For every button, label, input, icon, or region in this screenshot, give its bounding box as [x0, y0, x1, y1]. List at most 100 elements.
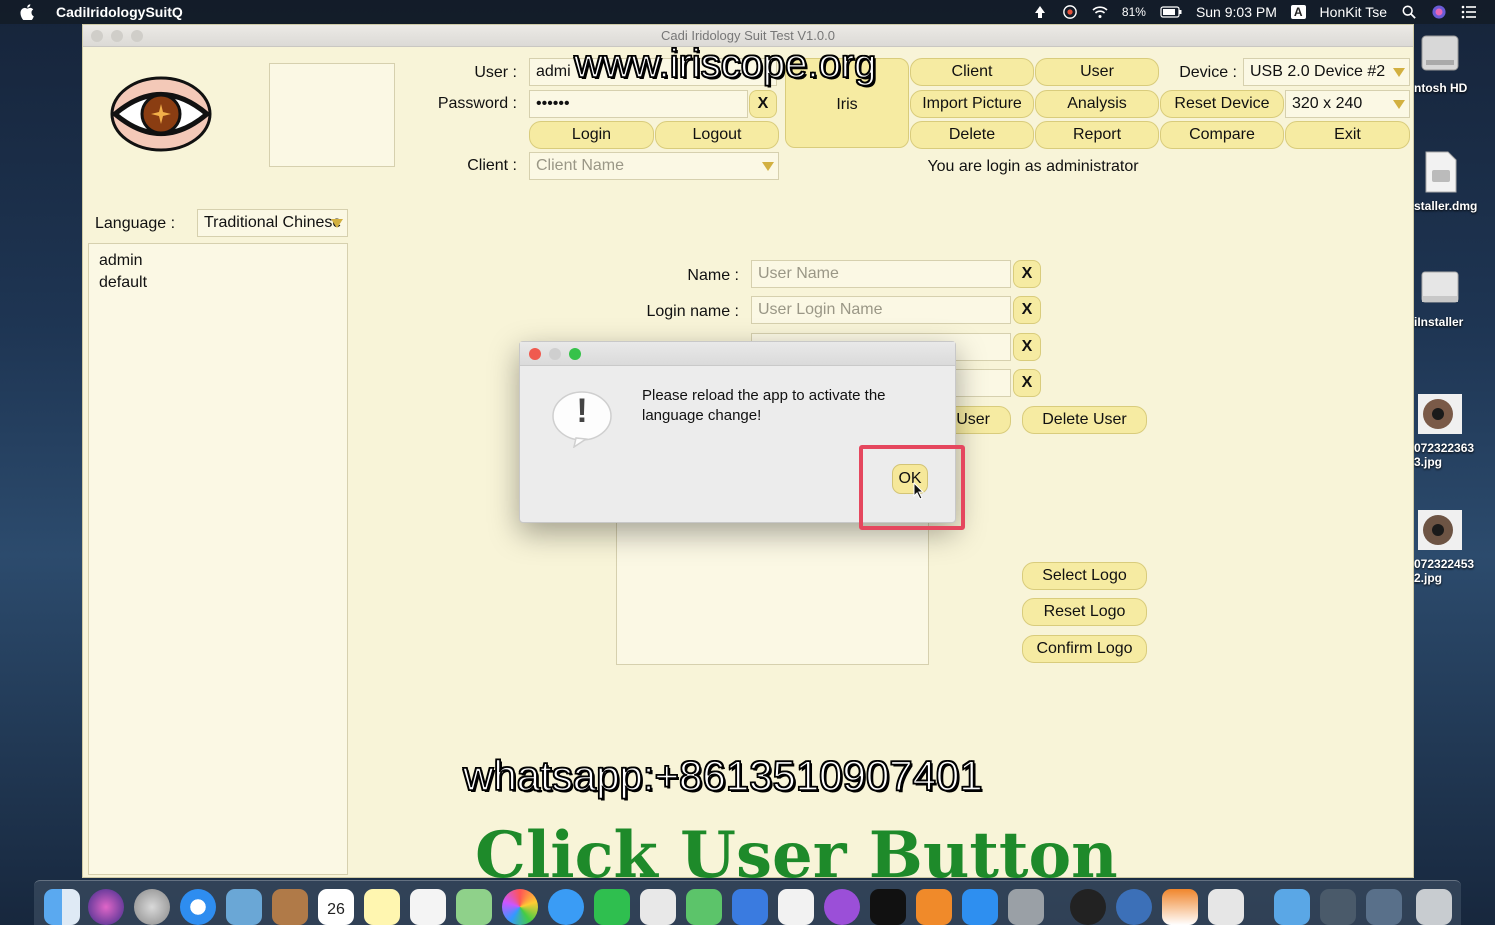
- maps-icon[interactable]: [456, 889, 492, 925]
- resolution-dropdown[interactable]: 320 x 240: [1285, 90, 1410, 118]
- desktop-icon-image-1[interactable]: 072322363 3.jpg: [1414, 390, 1495, 469]
- app-menu-name[interactable]: CadiIridologySuitQ: [56, 4, 183, 20]
- menubar-user[interactable]: HonKit Tse: [1320, 4, 1387, 20]
- downloads-folder-icon[interactable]: [1274, 889, 1310, 925]
- zoom-window-button[interactable]: [131, 30, 143, 42]
- reset-device-button[interactable]: Reset Device: [1160, 90, 1284, 118]
- logout-button[interactable]: Logout: [655, 121, 779, 149]
- battery-icon[interactable]: [1160, 5, 1182, 19]
- books-icon[interactable]: [916, 889, 952, 925]
- apple-icon[interactable]: [20, 4, 34, 20]
- user-login-name-input[interactable]: User Login Name: [751, 296, 1011, 324]
- notes-icon[interactable]: [364, 889, 400, 925]
- document-icon[interactable]: [1208, 889, 1244, 925]
- client-dropdown-value: Client Name: [536, 157, 625, 174]
- numbers-icon[interactable]: [686, 889, 722, 925]
- vlc-icon[interactable]: [1162, 889, 1198, 925]
- app-icon[interactable]: [1116, 889, 1152, 925]
- clear-login-name-button[interactable]: X: [1013, 296, 1041, 324]
- login-name-label: Login name :: [646, 303, 739, 320]
- desktop-icon-installer-dmg[interactable]: staller.dmg: [1414, 148, 1495, 213]
- launchpad-icon[interactable]: [134, 889, 170, 925]
- delete-button[interactable]: Delete: [910, 121, 1034, 149]
- chevron-down-icon: [1393, 68, 1405, 77]
- contacts-icon[interactable]: [272, 889, 308, 925]
- client-button[interactable]: Client: [910, 58, 1034, 86]
- language-dropdown-value: Traditional Chinese: [204, 214, 342, 231]
- screenshot-stack-icon[interactable]: [1366, 889, 1402, 925]
- dialog-zoom-button[interactable]: [569, 348, 581, 360]
- user-label: User :: [474, 64, 517, 81]
- reminders-icon[interactable]: [410, 889, 446, 925]
- device-dropdown[interactable]: USB 2.0 Device #2: [1243, 58, 1410, 86]
- battery-percent: 81%: [1121, 5, 1146, 19]
- confirm-logo-button[interactable]: Confirm Logo: [1022, 635, 1147, 663]
- messages-icon[interactable]: [548, 889, 584, 925]
- client-label: Client :: [467, 157, 517, 174]
- minimize-window-button[interactable]: [111, 30, 123, 42]
- app-store-icon[interactable]: [962, 889, 998, 925]
- chevron-down-icon: [1393, 100, 1405, 109]
- clear-password-button[interactable]: X: [749, 90, 777, 118]
- user-button[interactable]: User: [1035, 58, 1159, 86]
- dialog-message: Please reload the app to activate the la…: [642, 387, 886, 424]
- external-drive-icon: [1421, 271, 1459, 303]
- dialog-close-button[interactable]: [529, 348, 541, 360]
- keynote-icon[interactable]: [732, 889, 768, 925]
- select-logo-button[interactable]: Select Logo: [1022, 562, 1147, 590]
- close-window-button[interactable]: [91, 30, 103, 42]
- calendar-icon[interactable]: 26: [318, 889, 354, 925]
- preview-icon[interactable]: [640, 889, 676, 925]
- login-status-text: You are login as administrator: [927, 158, 1139, 175]
- clear-name-button[interactable]: X: [1013, 260, 1041, 288]
- photos-icon[interactable]: [502, 889, 538, 925]
- analysis-button[interactable]: Analysis: [1035, 90, 1159, 118]
- siri-dock-icon[interactable]: [88, 889, 124, 925]
- password-label: Password :: [437, 95, 517, 112]
- list-item[interactable]: admin: [99, 250, 337, 272]
- notification-center-icon[interactable]: [1461, 5, 1477, 19]
- list-item[interactable]: default: [99, 272, 337, 294]
- clear-confirm-password-button[interactable]: X: [1013, 369, 1041, 397]
- obs-icon[interactable]: [1070, 889, 1106, 925]
- dialog-minimize-button: [549, 348, 561, 360]
- spotlight-search-icon[interactable]: [1401, 5, 1417, 19]
- language-dropdown[interactable]: Traditional Chinese: [197, 209, 348, 237]
- report-button[interactable]: Report: [1035, 121, 1159, 149]
- dock: 26: [34, 880, 1461, 925]
- device-label: Device :: [1179, 64, 1237, 81]
- device-dropdown-value: USB 2.0 Device #2: [1250, 63, 1386, 80]
- apple-tv-icon[interactable]: [870, 889, 906, 925]
- siri-icon[interactable]: [1431, 5, 1447, 19]
- desktop-icon-label: ntosh HD: [1414, 81, 1468, 95]
- user-name-input[interactable]: User Name: [751, 260, 1011, 288]
- reset-logo-button[interactable]: Reset Logo: [1022, 598, 1147, 626]
- sync-icon[interactable]: [1062, 5, 1078, 19]
- desktop-icon-macintosh-hd[interactable]: ntosh HD: [1414, 30, 1495, 95]
- mail-icon[interactable]: [226, 889, 262, 925]
- compare-button[interactable]: Compare: [1160, 121, 1284, 149]
- wifi-icon[interactable]: [1092, 5, 1108, 19]
- music-icon[interactable]: [778, 889, 814, 925]
- login-button[interactable]: Login: [529, 121, 654, 149]
- desktop-icon-image-2[interactable]: 072322453 2.jpg: [1414, 506, 1495, 585]
- clear-password-field-button[interactable]: X: [1013, 333, 1041, 361]
- desktop-icon-installer[interactable]: iInstaller: [1414, 264, 1495, 329]
- system-preferences-icon[interactable]: [1008, 889, 1044, 925]
- delete-user-button[interactable]: Delete User: [1022, 406, 1147, 434]
- users-list[interactable]: admin default: [88, 243, 348, 875]
- safari-icon[interactable]: [180, 889, 216, 925]
- facetime-icon[interactable]: [594, 889, 630, 925]
- input-source-icon[interactable]: A: [1290, 5, 1306, 19]
- trash-icon[interactable]: [1416, 889, 1452, 925]
- desktop-icon-label: iInstaller: [1414, 315, 1464, 329]
- import-picture-button[interactable]: Import Picture: [910, 90, 1034, 118]
- password-input[interactable]: ••••••: [529, 90, 748, 118]
- upload-icon[interactable]: [1032, 5, 1048, 19]
- podcasts-icon[interactable]: [824, 889, 860, 925]
- client-dropdown[interactable]: Client Name: [529, 152, 779, 180]
- stack-icon[interactable]: [1320, 889, 1356, 925]
- finder-icon[interactable]: [44, 889, 80, 925]
- menubar-clock[interactable]: Sun 9:03 PM: [1196, 4, 1277, 20]
- exit-button[interactable]: Exit: [1285, 121, 1410, 149]
